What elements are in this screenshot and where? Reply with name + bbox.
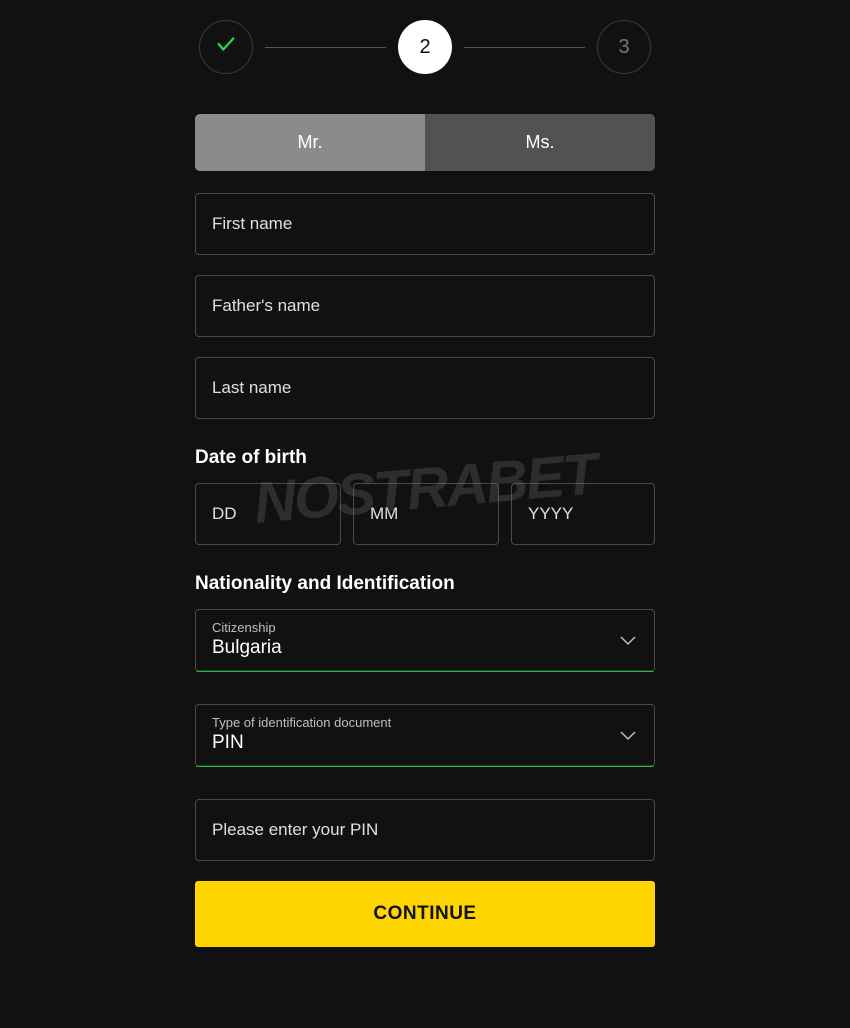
checkmark-icon [215,33,237,61]
continue-button[interactable]: CONTINUE [195,881,655,947]
citizenship-select[interactable]: Citizenship Bulgaria [195,609,655,672]
dob-year-input[interactable] [511,483,655,545]
title-toggle: Mr. Ms. [195,114,655,171]
step-2-label: 2 [419,36,430,59]
step-line-1 [265,47,386,48]
step-2-active: 2 [398,20,452,74]
dob-label: Date of birth [195,447,655,469]
citizenship-select-value: Bulgaria [212,637,638,659]
last-name-input[interactable] [195,357,655,419]
step-3-pending: 3 [597,20,651,74]
title-option-mr[interactable]: Mr. [195,114,425,171]
chevron-down-icon [620,636,636,646]
dob-month-input[interactable] [353,483,499,545]
step-line-2 [464,47,585,48]
first-name-input[interactable] [195,193,655,255]
citizenship-select-label: Citizenship [212,620,638,635]
dob-row [195,483,655,545]
registration-step-form: 2 3 Mr. Ms. Date of birth Nationality an… [195,0,655,1028]
stepper: 2 3 [195,20,655,74]
title-option-ms[interactable]: Ms. [425,114,655,171]
dob-day-input[interactable] [195,483,341,545]
step-3-label: 3 [618,36,629,59]
doc-type-select-value: PIN [212,732,638,754]
fathers-name-input[interactable] [195,275,655,337]
step-1-done [199,20,253,74]
nationality-label: Nationality and Identification [195,573,655,595]
pin-input[interactable] [195,799,655,861]
doc-type-select-label: Type of identification document [212,715,638,730]
doc-type-select[interactable]: Type of identification document PIN [195,704,655,767]
chevron-down-icon [620,731,636,741]
